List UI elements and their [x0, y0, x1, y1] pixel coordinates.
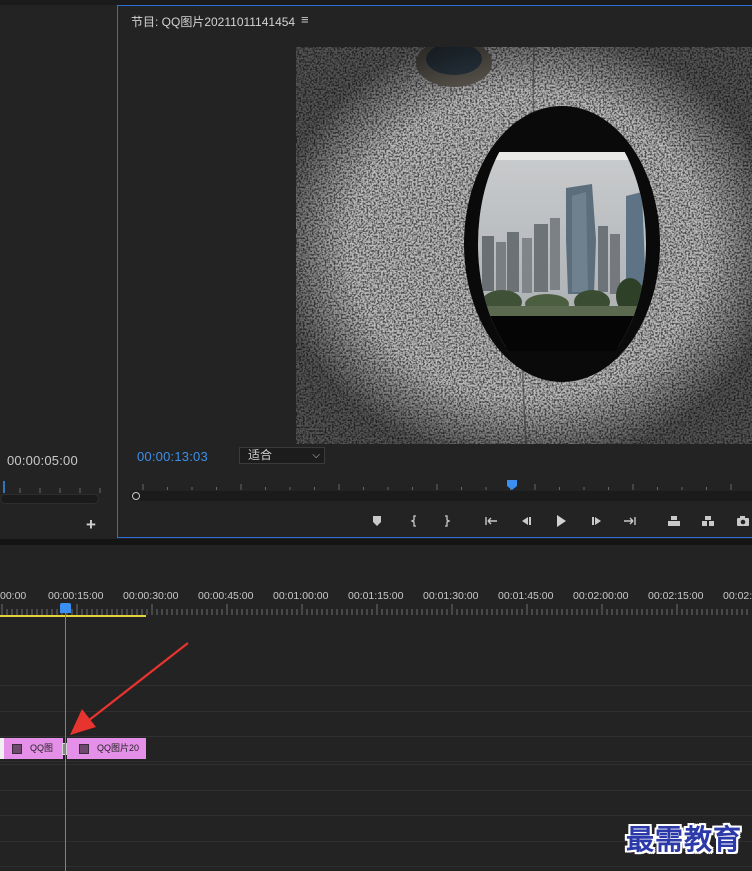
program-video-frame — [296, 47, 752, 444]
camera-icon — [737, 516, 749, 526]
timeline-clip[interactable]: QQ图 — [0, 738, 63, 759]
ruler-label: 00:02:15:00 — [648, 590, 704, 602]
go-to-out-icon — [624, 517, 636, 525]
lift-icon — [668, 516, 680, 526]
ruler-label: 00:00:45:00 — [198, 590, 254, 602]
track-divider — [0, 815, 752, 816]
hamburger-icon[interactable]: ≡ — [301, 12, 309, 27]
ruler-label: 00:00 — [0, 590, 26, 602]
mark-in-icon — [410, 515, 416, 527]
step-back-button[interactable] — [515, 512, 537, 530]
fx-badge-icon — [12, 744, 22, 754]
extract-icon — [702, 516, 714, 526]
playhead-timecode[interactable]: 00:00:13:03 — [137, 449, 208, 464]
add-marker-button[interactable] — [366, 512, 388, 530]
play-icon — [557, 515, 566, 527]
scrub-handle[interactable] — [132, 492, 140, 500]
ruler-label: 00:01:15:00 — [348, 590, 404, 602]
extract-button[interactable] — [697, 512, 719, 530]
timeline-time-ruler[interactable]: 00:00 00:00:15:00 00:00:30:00 00:00:45:00 00… — [0, 585, 752, 617]
lift-button[interactable] — [663, 512, 685, 530]
zoom-fit-select[interactable]: 适合 ⌵ — [239, 447, 325, 464]
mark-out-button[interactable] — [436, 512, 458, 530]
go-to-in-icon — [485, 517, 497, 525]
work-area-bar[interactable] — [0, 615, 146, 617]
chevron-down-icon: ⌵ — [312, 450, 320, 461]
export-frame-button[interactable] — [732, 512, 752, 530]
step-back-icon — [522, 517, 531, 525]
ruler-label: 00:01:45:00 — [498, 590, 554, 602]
ruler-label: 00:00:30:00 — [123, 590, 179, 602]
go-to-out-button[interactable] — [619, 512, 641, 530]
video-content — [296, 47, 752, 444]
mark-out-icon — [445, 515, 451, 527]
track-divider — [0, 866, 752, 867]
track-divider — [0, 761, 752, 762]
ruler-label: 00:02:00:00 — [573, 590, 629, 602]
fit-label: 适合 — [248, 448, 273, 462]
play-button[interactable] — [550, 512, 572, 530]
watermark-logo: 最需教育 — [626, 823, 743, 856]
ruler-label: 00:00:15:00 — [48, 590, 104, 602]
marker-icon — [373, 516, 381, 526]
add-button-icon[interactable]: + — [86, 515, 96, 535]
track-divider — [0, 790, 752, 791]
program-scrub-bar[interactable] — [130, 491, 752, 501]
track-divider — [0, 764, 752, 765]
step-forward-button[interactable] — [586, 512, 608, 530]
program-monitor-panel: 节目: QQ图片20211011141454 ≡ 00:00:13:03 适合 … — [117, 5, 752, 538]
program-time-ruler[interactable] — [128, 476, 752, 492]
ruler-label: 00:02: — [723, 590, 752, 602]
annotation-arrow — [70, 642, 189, 735]
clip-label: QQ图 — [30, 743, 54, 753]
ruler-label: 00:01:00:00 — [273, 590, 329, 602]
source-scroll-bar[interactable] — [0, 494, 99, 504]
go-to-in-button[interactable] — [480, 512, 502, 530]
source-timecode[interactable]: 00:00:05:00 — [7, 453, 78, 468]
mark-in-button[interactable] — [403, 512, 425, 530]
ruler-label: 00:01:30:00 — [423, 590, 479, 602]
step-forward-icon — [592, 517, 601, 525]
program-playhead-marker — [507, 480, 517, 490]
source-monitor-panel: 00:00:05:00 + — [0, 5, 114, 539]
source-mini-ruler[interactable] — [0, 479, 110, 495]
panel-title[interactable]: 节目: QQ图片20211011141454 — [131, 13, 295, 30]
